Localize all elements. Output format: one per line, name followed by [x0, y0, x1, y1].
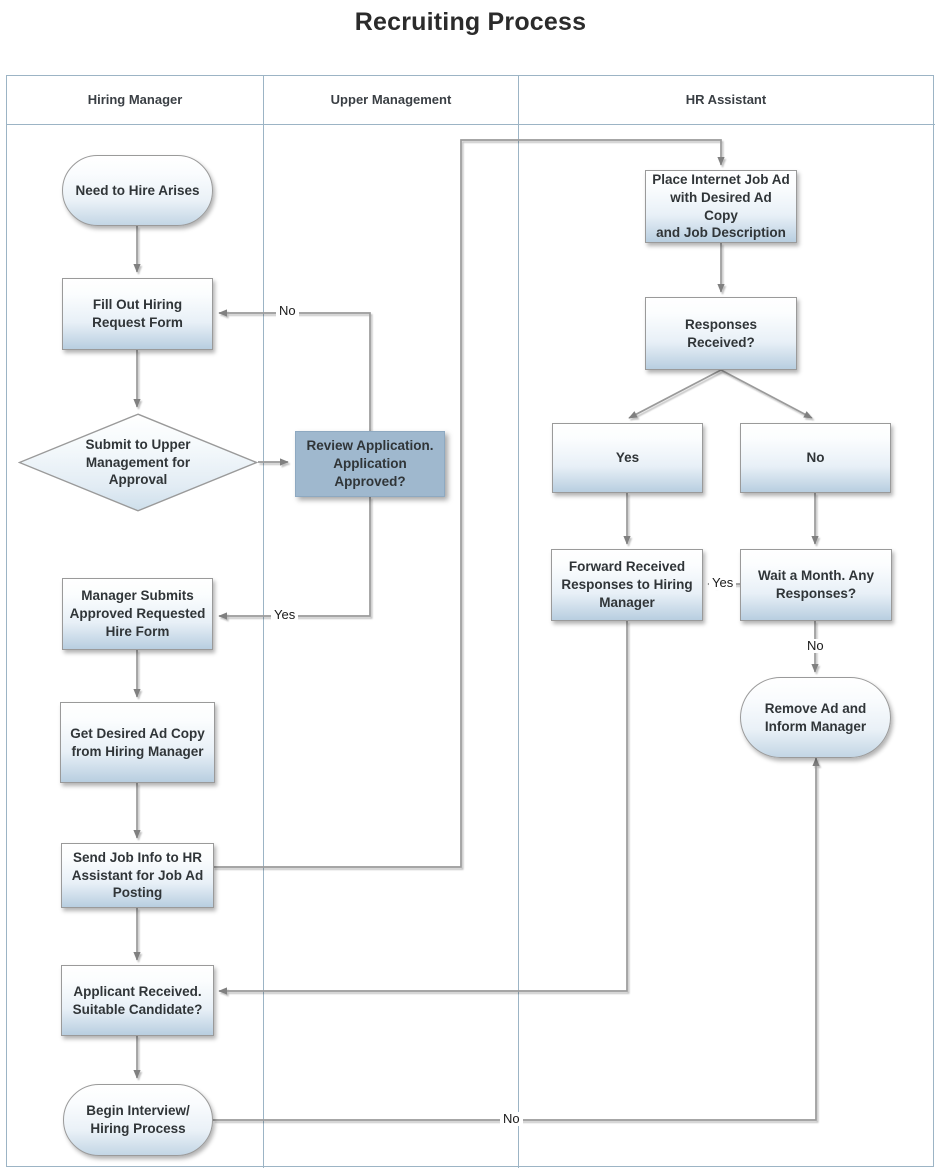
node-label: Remove Ad and Inform Manager — [764, 700, 867, 734]
edge-send-to-placead — [213, 139, 725, 868]
edge-forward-to-applicant — [218, 621, 628, 995]
edge-label-review-no: No — [276, 304, 299, 318]
node-forward-received-responses[interactable]: Forward Received Responses to Hiring Manag… — [551, 549, 703, 621]
node-responses-no[interactable]: No — [740, 423, 891, 493]
node-label: Yes — [615, 450, 640, 466]
node-label: Submit to Upper Management for Approval — [85, 436, 191, 488]
node-label: Get Desired Ad Copy from Hiring Manager — [70, 725, 205, 759]
edge-label-wait-yes: Yes — [709, 576, 737, 590]
node-label: Applicant Received. Suitable Candidate? — [72, 983, 203, 1017]
node-label: Wait a Month. Any Responses? — [758, 568, 874, 601]
node-fill-out-hiring-request-form[interactable]: Fill Out Hiring Request Form — [62, 278, 213, 350]
edge-label-wait-no: No — [804, 639, 827, 653]
node-label: Place Internet Job Ad with Desired Ad Cop… — [652, 171, 790, 241]
node-review-application-approved[interactable]: Review Application. Application Approved? — [295, 431, 445, 497]
node-label: Forward Received Responses to Hiring Manag… — [561, 559, 693, 610]
node-wait-a-month-any-responses[interactable]: Wait a Month. Any Responses? — [740, 549, 892, 621]
edge-label-unsuitable-no: No — [500, 1112, 523, 1126]
node-get-desired-ad-copy[interactable]: Get Desired Ad Copy from Hiring Manager — [60, 702, 215, 783]
node-label: Begin Interview/Hiring Process — [86, 1103, 190, 1136]
node-begin-interview-hiring-process[interactable]: Begin Interview/Hiring Process — [63, 1084, 213, 1156]
node-need-to-hire-arises[interactable]: Need to Hire Arises — [62, 155, 213, 226]
node-submit-to-upper-management[interactable]: Submit to Upper Management for Approval — [18, 413, 258, 512]
node-label: Manager Submits Approved Requested Hire Fo… — [69, 588, 206, 639]
node-applicant-received-suitable-candidate[interactable]: Applicant Received. Suitable Candidate? — [61, 965, 214, 1036]
node-label: Fill Out Hiring Request Form — [92, 297, 183, 330]
node-label: Review Application. Application Approved? — [306, 438, 434, 489]
edge-responses-to-yes — [628, 369, 722, 419]
edge-responses-to-no — [720, 369, 813, 419]
edge-review-yes — [218, 497, 371, 620]
edge-label-review-yes: Yes — [271, 608, 299, 622]
node-responses-received[interactable]: Responses Received? — [645, 297, 797, 370]
node-label: No — [806, 450, 825, 466]
edge-begin-no-to-removead — [213, 757, 820, 1121]
node-manager-submits-approved-hire-form[interactable]: Manager Submits Approved Requested Hire Fo… — [62, 578, 213, 650]
node-send-job-info-to-hr[interactable]: Send Job Info to HR Assistant for Job Ad P… — [61, 843, 214, 908]
node-label: Send Job Info to HR Assistant for Job Ad P… — [71, 849, 204, 901]
node-label: Responses Received? — [684, 316, 758, 350]
node-label: Need to Hire Arises — [75, 182, 200, 198]
node-remove-ad-inform-manager[interactable]: Remove Ad and Inform Manager — [740, 677, 891, 758]
node-responses-yes[interactable]: Yes — [552, 423, 703, 493]
node-place-internet-job-ad[interactable]: Place Internet Job Ad with Desired Ad Cop… — [645, 170, 797, 243]
flowchart-page: Recruiting Process Hiring Manager Upper … — [0, 0, 941, 1172]
